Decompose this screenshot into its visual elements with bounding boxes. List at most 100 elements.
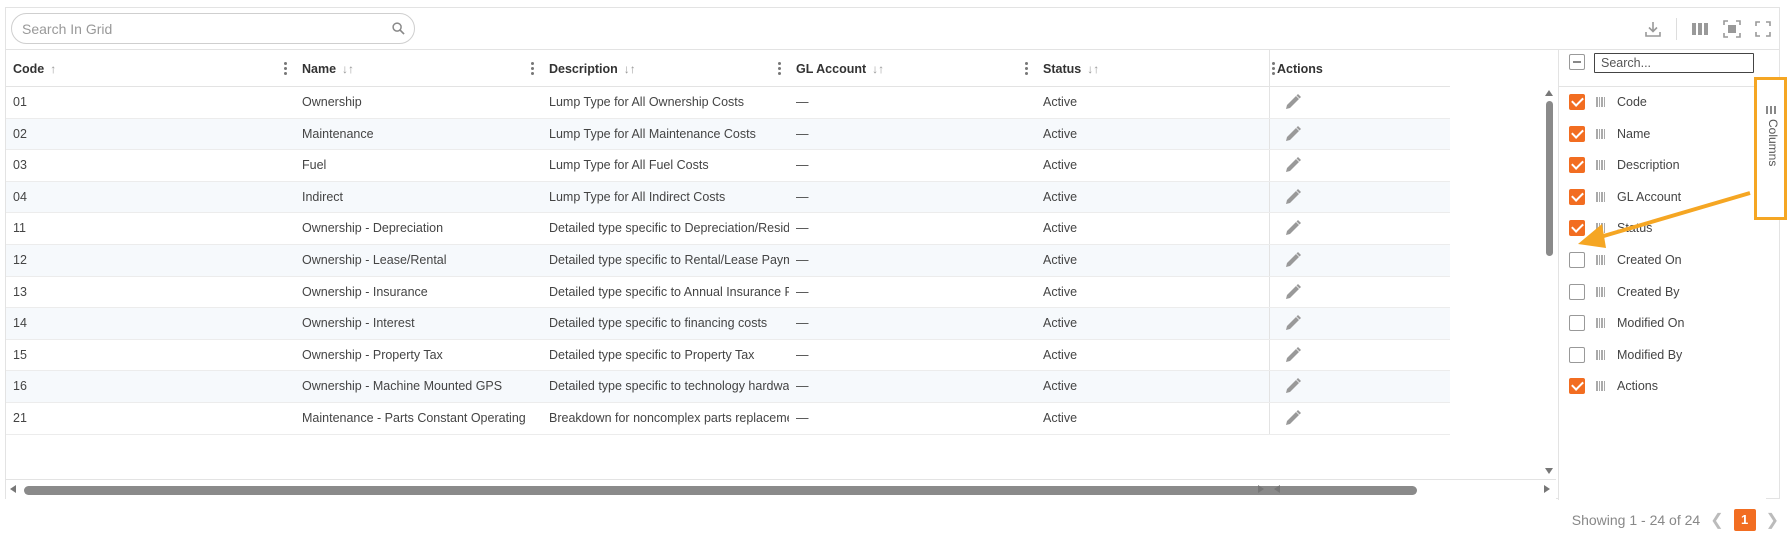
drag-handle-icon[interactable] xyxy=(1596,128,1606,139)
column-checkbox[interactable] xyxy=(1569,125,1585,142)
edit-pencil-icon[interactable] xyxy=(1284,125,1302,143)
scroll-left-icon[interactable] xyxy=(10,485,16,493)
drag-handle-icon[interactable] xyxy=(1596,191,1606,202)
drag-handle-icon[interactable] xyxy=(1596,286,1606,297)
fullscreen-icon[interactable] xyxy=(1755,21,1771,37)
table-row[interactable]: 13 Ownership - Insurance Detailed type spe… xyxy=(6,276,1450,309)
drag-handle-icon[interactable] xyxy=(1596,160,1606,171)
column-menu-icon[interactable] xyxy=(1025,62,1028,75)
grid-header: Code ↑ Name ↓↑ Description ↓↑ GL Account… xyxy=(6,50,1450,87)
column-checkbox[interactable] xyxy=(1569,157,1585,174)
edit-pencil-icon[interactable] xyxy=(1284,283,1302,301)
sort-asc-icon[interactable]: ↑ xyxy=(50,62,56,76)
column-checkbox[interactable] xyxy=(1569,188,1585,205)
scroll-left-icon[interactable] xyxy=(1274,485,1280,493)
cell-gl: — xyxy=(796,411,809,425)
search-icon[interactable] xyxy=(392,22,405,35)
vertical-scrollbar[interactable] xyxy=(1542,87,1556,479)
column-checkbox[interactable] xyxy=(1569,283,1585,300)
column-label: Modified By xyxy=(1617,347,1683,362)
columns-icon[interactable] xyxy=(1691,21,1709,37)
header-description[interactable]: Description ↓↑ xyxy=(542,50,789,87)
column-menu-icon[interactable] xyxy=(778,62,781,75)
table-row[interactable]: 02 Maintenance Lump Type for All Maintenan… xyxy=(6,118,1450,151)
horizontal-scroll-thumb[interactable] xyxy=(24,486,1417,495)
edit-pencil-icon[interactable] xyxy=(1284,188,1302,206)
horizontal-scrollbar[interactable] xyxy=(6,479,1556,499)
vertical-scroll-thumb[interactable] xyxy=(1546,101,1553,256)
column-toggle-item[interactable]: Description xyxy=(1559,150,1767,182)
drag-handle-icon[interactable] xyxy=(1596,349,1606,360)
drag-handle-icon[interactable] xyxy=(1596,255,1606,265)
table-row[interactable]: 04 Indirect Lump Type for All Indirect Cos… xyxy=(6,181,1450,214)
edit-pencil-icon[interactable] xyxy=(1284,409,1302,427)
column-toggle-item[interactable]: Code xyxy=(1559,87,1767,119)
column-toggle-item[interactable]: Created On xyxy=(1559,245,1767,277)
data-grid: Code ↑ Name ↓↑ Description ↓↑ GL Account… xyxy=(5,49,1780,500)
column-toggle-item[interactable]: Actions xyxy=(1559,371,1767,403)
scroll-down-icon[interactable] xyxy=(1545,468,1553,474)
column-toggle-item[interactable]: GL Account xyxy=(1559,182,1767,214)
header-name[interactable]: Name ↓↑ xyxy=(295,50,542,87)
drag-handle-icon[interactable] xyxy=(1596,381,1606,392)
column-toggle-item[interactable]: Modified On xyxy=(1559,308,1767,340)
chevron-right-icon[interactable]: ❯ xyxy=(1766,510,1779,530)
page-button[interactable]: 1 xyxy=(1733,509,1756,531)
column-checkbox[interactable] xyxy=(1569,378,1585,395)
table-row[interactable]: 21 Maintenance - Parts Constant Operating… xyxy=(6,403,1450,435)
cell-name: Ownership - Machine Mounted GPS xyxy=(302,379,503,394)
columns-side-tab[interactable]: Columns xyxy=(1754,77,1787,220)
scroll-up-icon[interactable] xyxy=(1545,90,1553,96)
chevron-left-icon[interactable]: ❮ xyxy=(1710,510,1723,530)
actions-divider xyxy=(1269,181,1270,213)
table-row[interactable]: 12 Ownership - Lease/Rental Detailed type … xyxy=(6,245,1450,277)
fit-screen-icon[interactable] xyxy=(1723,20,1741,38)
column-checkbox[interactable] xyxy=(1569,94,1585,110)
header-status[interactable]: Status ↓↑ xyxy=(1036,50,1283,87)
sort-icon[interactable]: ↓↑ xyxy=(1087,62,1099,76)
sort-icon[interactable]: ↓↑ xyxy=(624,62,636,76)
select-all-columns-checkbox[interactable] xyxy=(1569,54,1585,70)
sort-icon[interactable]: ↓↑ xyxy=(342,62,354,76)
drag-handle-icon[interactable] xyxy=(1596,223,1606,234)
search-input[interactable]: Search In Grid xyxy=(22,21,112,37)
table-row[interactable]: 16 Ownership - Machine Mounted GPS Detaile… xyxy=(6,371,1450,403)
edit-pencil-icon[interactable] xyxy=(1284,377,1302,395)
table-row[interactable]: 15 Ownership - Property Tax Detailed type … xyxy=(6,339,1450,372)
showing-count: Showing 1 - 24 of 24 xyxy=(1571,512,1701,528)
header-code[interactable]: Code ↑ xyxy=(6,50,295,87)
column-checkbox[interactable] xyxy=(1569,346,1585,363)
download-icon[interactable] xyxy=(1644,20,1662,38)
actions-divider xyxy=(1269,213,1270,244)
scroll-right-icon[interactable] xyxy=(1258,485,1264,493)
table-row[interactable]: 03 Fuel Lump Type for All Fuel Costs — Activ… xyxy=(6,150,1450,182)
table-row[interactable]: 11 Ownership - Depreciation Detailed type … xyxy=(6,213,1450,245)
actions-divider xyxy=(1269,308,1270,339)
edit-pencil-icon[interactable] xyxy=(1284,156,1302,174)
edit-pencil-icon[interactable] xyxy=(1284,219,1302,237)
scroll-right-icon[interactable] xyxy=(1544,485,1550,493)
drag-handle-icon[interactable] xyxy=(1596,97,1606,107)
column-checkbox[interactable] xyxy=(1569,315,1585,332)
column-toggle-item[interactable]: Modified By xyxy=(1559,340,1767,372)
column-menu-icon[interactable] xyxy=(284,62,287,75)
sort-icon[interactable]: ↓↑ xyxy=(872,62,884,76)
column-checkbox[interactable] xyxy=(1569,252,1585,268)
column-label: Created By xyxy=(1617,284,1680,299)
drag-handle-icon[interactable] xyxy=(1596,318,1606,329)
header-gl-account[interactable]: GL Account ↓↑ xyxy=(789,50,1036,87)
column-checkbox[interactable] xyxy=(1569,220,1585,237)
column-toggle-item[interactable]: Created By xyxy=(1559,277,1767,309)
column-toggle-item[interactable]: Name xyxy=(1559,119,1767,151)
grid-search-box[interactable]: Search In Grid xyxy=(11,13,415,44)
table-row[interactable]: 14 Ownership - Interest Detailed type spec… xyxy=(6,308,1450,340)
cell-description: Detailed type specific to Rental/Lease P… xyxy=(549,253,789,267)
edit-pencil-icon[interactable] xyxy=(1284,346,1302,364)
column-toggle-item[interactable]: Status xyxy=(1559,213,1767,245)
columns-search-input[interactable]: Search... xyxy=(1594,53,1754,73)
column-menu-icon[interactable] xyxy=(531,62,534,75)
edit-pencil-icon[interactable] xyxy=(1284,314,1302,332)
edit-pencil-icon[interactable] xyxy=(1284,251,1302,269)
edit-pencil-icon[interactable] xyxy=(1284,93,1302,111)
table-row[interactable]: 01 Ownership Lump Type for All Ownership C… xyxy=(6,87,1450,119)
